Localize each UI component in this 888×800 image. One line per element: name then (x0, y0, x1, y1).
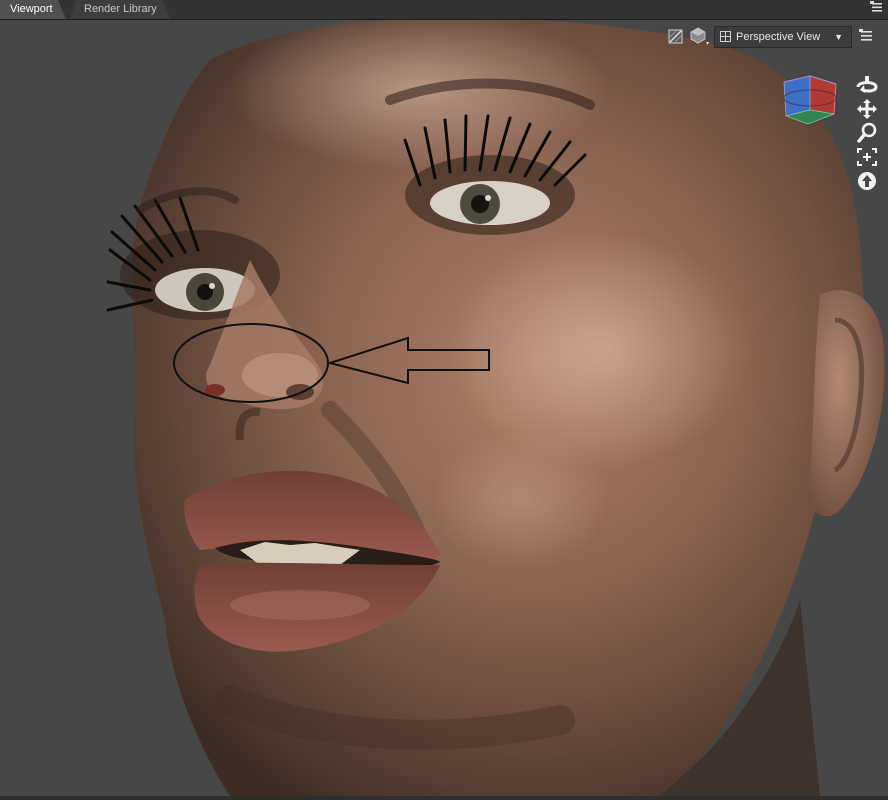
view-grid-icon (720, 31, 731, 42)
pan-icon[interactable] (854, 98, 880, 122)
orbit-icon[interactable] (854, 74, 880, 98)
camera-view-select[interactable]: Perspective View ▼ (714, 26, 852, 48)
reset-view-icon[interactable] (854, 170, 880, 194)
annotation-arrow (326, 336, 490, 385)
annotation-overlay (173, 323, 490, 403)
viewport-canvas[interactable]: Perspective View ▼ (0, 20, 888, 796)
navigation-cube[interactable] (778, 70, 842, 132)
draw-style-icon[interactable] (667, 28, 685, 46)
tab-viewport[interactable]: Viewport (0, 0, 66, 19)
panel-menu-icon[interactable] (870, 1, 884, 17)
viewport-menu-icon[interactable] (858, 28, 874, 44)
frame-icon[interactable] (854, 146, 880, 170)
camera-tools (854, 74, 880, 214)
camera-view-label: Perspective View (736, 31, 821, 43)
zoom-icon[interactable] (854, 122, 880, 146)
annotation-ellipse (173, 323, 329, 403)
viewport-bottom-border (0, 796, 888, 800)
chevron-down-icon: ▼ (834, 32, 843, 42)
tab-bar: Viewport Render Library (0, 0, 888, 20)
shading-mode-icon[interactable] (689, 26, 709, 45)
tab-render-library[interactable]: Render Library (70, 0, 170, 19)
